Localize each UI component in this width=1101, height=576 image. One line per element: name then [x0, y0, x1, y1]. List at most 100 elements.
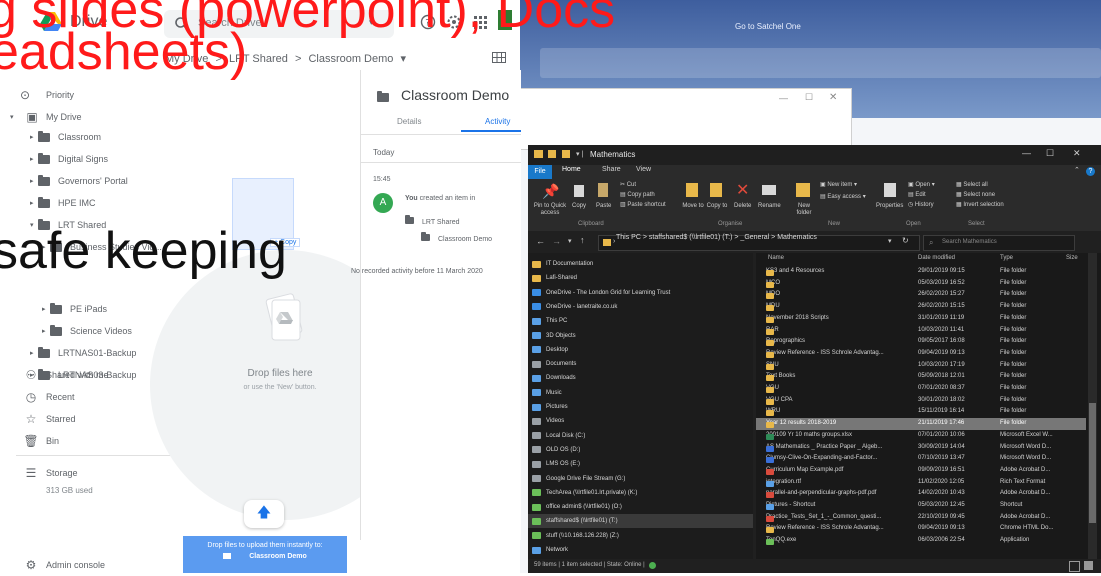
expand-arrow-icon[interactable]: ▸	[30, 349, 38, 357]
details-view-icon[interactable]	[1069, 561, 1080, 572]
nav-pane-item[interactable]: Google Drive File Stream (G:)	[528, 472, 753, 486]
maximize-icon[interactable]: ☐	[805, 92, 813, 103]
sidebar-folder-pe-ipads[interactable]: ▸ PE iPads	[42, 298, 107, 320]
table-row[interactable]: VGU CPA 30/01/2020 18:02 File folder	[756, 395, 1086, 407]
invert-selection-button[interactable]: ▦ Invert selection	[956, 201, 1004, 208]
easy-access-button[interactable]: ▤ Easy access ▾	[820, 193, 866, 200]
maximize-icon[interactable]: ☐	[1046, 148, 1054, 159]
new-item-button[interactable]: ▣ New item ▾	[820, 181, 857, 188]
nav-pane-item[interactable]: Local Disk (C:)	[528, 429, 753, 443]
select-none-button[interactable]: ▦ Select none	[956, 191, 995, 198]
rename-button[interactable]: Rename	[758, 203, 781, 209]
properties-button[interactable]: Properties	[876, 203, 903, 209]
help-icon[interactable]: ?	[1086, 167, 1095, 176]
table-row[interactable]: TenQQ.exe 06/03/2006 22:54 Application	[756, 535, 1086, 547]
collapse-arrow-icon[interactable]: ▾	[10, 113, 18, 121]
up-arrow-icon[interactable]: ↑	[580, 235, 585, 245]
address-segment-this-pc[interactable]: This PC	[616, 234, 641, 241]
quick-access-dropdown-icon[interactable]: ▾ |	[576, 150, 583, 158]
nav-pane-item[interactable]: Downloads	[528, 371, 753, 385]
activity-folder-lrt-shared[interactable]: LRT Shared	[405, 215, 460, 226]
open-button[interactable]: ▣ Open ▾	[908, 181, 935, 188]
copy-button[interactable]: Copy	[572, 203, 586, 209]
tab-details[interactable]: Details	[397, 117, 421, 126]
nav-pane-item[interactable]: Videos	[528, 414, 753, 428]
nav-pane-item[interactable]: LMS OS (E:)	[528, 457, 753, 471]
address-dropdown-icon[interactable]: ▾	[888, 237, 892, 245]
satchel-search[interactable]	[540, 48, 1101, 78]
nav-pane-item[interactable]: stuff (\\10.168.126.228) (Z:)	[528, 529, 753, 543]
table-row[interactable]: Review Reference - ISS Schrole Advantag.…	[756, 348, 1086, 360]
nav-pane-item[interactable]: TechArea (\\lrtfile01.lrt.private) (K:)	[528, 486, 753, 500]
activity-folder-classroom-demo[interactable]: Classroom Demo	[421, 232, 492, 243]
table-row[interactable]: 200109 Yr 10 maths groups.xlsx 07/01/2020…	[756, 430, 1086, 442]
table-row[interactable]: Pictures - Shortcut 05/03/2020 12:45 Short…	[756, 500, 1086, 512]
column-header-name[interactable]: Name	[768, 255, 784, 261]
explorer-search-input[interactable]: ⌕ Search Mathematics	[923, 235, 1075, 251]
sidebar-item-starred[interactable]: ☆ Starred	[16, 408, 76, 430]
table-row[interactable]: November 2018 Scripts 31/01/2019 11:19 Fil…	[756, 313, 1086, 325]
table-row[interactable]: integration.rtf 11/02/2020 12:05 Rich Text…	[756, 477, 1086, 489]
back-arrow-icon[interactable]: ←	[536, 236, 545, 246]
new-folder-quick-icon[interactable]	[562, 150, 570, 158]
table-row[interactable]: MDU 26/02/2020 15:15 File folder	[756, 301, 1086, 313]
recent-locations-icon[interactable]: ▾	[568, 237, 572, 245]
close-icon[interactable]: ✕	[829, 92, 837, 103]
table-row[interactable]: MDO 26/02/2020 15:27 File folder	[756, 289, 1086, 301]
expand-arrow-icon[interactable]: ▸	[42, 327, 50, 335]
sidebar-folder-digital-signs[interactable]: ▸ Digital Signs	[30, 148, 108, 170]
table-row[interactable]: WRU 15/11/2019 16:14 File folder	[756, 406, 1086, 418]
table-row[interactable]: parallel-and-perpendicular-graphs-pdf.pd…	[756, 488, 1086, 500]
expand-arrow-icon[interactable]: ▸	[30, 133, 38, 141]
pin-to-quick-access-button[interactable]: Pin to Quick access	[530, 203, 570, 217]
column-header-size[interactable]: Size	[1066, 255, 1078, 261]
column-header-type[interactable]: Type	[1000, 255, 1013, 261]
table-row[interactable]: Curriculum Map Example.pdf 09/09/2019 16:…	[756, 465, 1086, 477]
address-segment-drive[interactable]: staffshared$ (\\lrtfile01) (T:)	[649, 234, 733, 241]
history-button[interactable]: ◷ History	[908, 201, 934, 208]
edit-button[interactable]: ▤ Edit	[908, 191, 926, 198]
expand-ribbon-icon[interactable]: ⌃	[1074, 166, 1080, 174]
sidebar-folder-governors-portal[interactable]: ▸ Governors' Portal	[30, 170, 128, 192]
grid-view-icon[interactable]	[492, 52, 506, 63]
cut-button[interactable]: ✂ Cut	[620, 181, 636, 188]
nav-pane-item[interactable]: 3D Objects	[528, 329, 753, 343]
copy-to-button[interactable]: Copy to	[706, 203, 728, 210]
move-to-button[interactable]: Move to	[682, 203, 704, 210]
table-row[interactable]: Practice_Tests_Set_1_-_Common_questi... 2…	[756, 512, 1086, 524]
nav-pane-item[interactable]: IT Documentation	[528, 257, 753, 271]
expand-arrow-icon[interactable]: ▸	[30, 199, 38, 207]
table-row[interactable]: Text Books 05/09/2018 12:01 File folder	[756, 371, 1086, 383]
tab-view[interactable]: View	[636, 166, 651, 173]
breadcrumb-dropdown-icon[interactable]: ▾	[400, 53, 406, 65]
forward-arrow-icon[interactable]: →	[552, 236, 561, 246]
sidebar-item-my-drive[interactable]: ▾ ▣ My Drive	[10, 106, 82, 128]
minimize-icon[interactable]: —	[779, 93, 788, 103]
new-folder-button[interactable]: New folder	[792, 203, 816, 217]
refresh-icon[interactable]: ↻	[902, 236, 909, 245]
expand-arrow-icon[interactable]: ▸	[30, 177, 38, 185]
minimize-icon[interactable]: —	[1022, 148, 1031, 158]
table-row[interactable]: SNU 10/03/2020 17:19 File folder	[756, 360, 1086, 372]
breadcrumb-classroom-demo[interactable]: Classroom Demo	[308, 53, 393, 65]
table-row[interactable]: VGU 07/01/2020 08:37 File folder	[756, 383, 1086, 395]
sidebar-folder-lrtnas01[interactable]: ▸ LRTNAS01-Backup	[30, 342, 136, 364]
sidebar-folder-science-videos[interactable]: ▸ Science Videos	[42, 320, 132, 342]
sidebar-folder-classroom[interactable]: ▸ Classroom	[30, 126, 101, 148]
tab-file[interactable]: File	[528, 165, 552, 179]
table-row[interactable]: MCO 05/03/2019 16:52 File folder	[756, 278, 1086, 290]
select-all-button[interactable]: ▦ Select all	[956, 181, 988, 188]
nav-pane-item[interactable]: OLD OS (D:)	[528, 443, 753, 457]
copy-path-button[interactable]: ▤ Copy path	[620, 191, 655, 198]
nav-pane-item[interactable]: This PC	[528, 314, 753, 328]
nav-pane-item[interactable]: Lafi-Shared	[528, 271, 753, 285]
table-row[interactable]: AS Mathematics _ Practice Paper _ Algeb.…	[756, 442, 1086, 454]
nav-pane-item[interactable]: office admin$ (\\lrtfile01) (O:)	[528, 500, 753, 514]
nav-pane-item[interactable]: Network	[528, 543, 753, 557]
sidebar-item-bin[interactable]: 🗑 Bin	[16, 430, 59, 452]
tab-activity[interactable]: Activity	[485, 117, 510, 126]
nav-pane-item[interactable]: Music	[528, 386, 753, 400]
sidebar-item-priority[interactable]: ⊙ Priority	[20, 84, 74, 106]
paste-button[interactable]: Paste	[596, 203, 611, 209]
nav-pane-item[interactable]: Documents	[528, 357, 753, 371]
